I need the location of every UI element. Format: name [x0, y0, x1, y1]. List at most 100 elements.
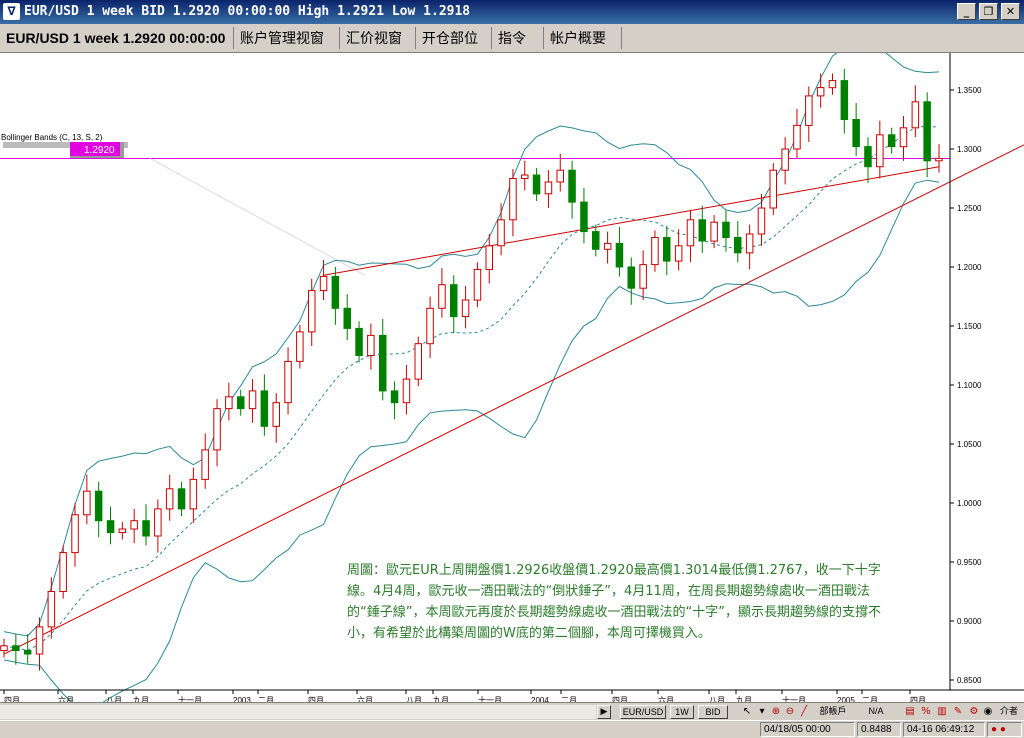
candle-body	[319, 275, 328, 292]
candle-body	[23, 650, 32, 655]
candle-body	[745, 233, 754, 254]
candle-body	[899, 127, 908, 148]
y-tick-label: 1.0500	[957, 440, 982, 449]
candle-body	[284, 360, 292, 404]
candle-body	[390, 390, 399, 404]
candle-body	[876, 134, 884, 168]
tab-rates[interactable]: 汇价视窗	[342, 27, 416, 49]
chart-scrollbar[interactable]	[0, 705, 596, 719]
y-tick-label: 1.1000	[957, 381, 982, 390]
window-title: EUR/USD 1 week BID 1.2920 00:00:00 High …	[24, 4, 471, 19]
candle-body	[260, 390, 269, 427]
period-selector[interactable]: 1W	[670, 705, 694, 719]
indicator-label: Bollinger Bands (C, 13, S, 2)	[1, 133, 103, 142]
candle-body	[12, 645, 20, 651]
candle-body	[355, 327, 363, 356]
candle-body	[769, 169, 777, 209]
cursor-tool-icon[interactable]: ↖	[740, 705, 754, 719]
candle-body	[627, 266, 635, 289]
y-tick-label: 1.3500	[957, 86, 982, 95]
candle-body	[521, 174, 529, 179]
indicator-icon[interactable]: ✎	[952, 705, 964, 719]
candle-body	[426, 307, 434, 345]
close-button[interactable]: ✕	[1001, 3, 1020, 20]
price-tag-value: 1.2920	[84, 145, 115, 156]
y-tick-label: 1.2000	[957, 263, 982, 272]
candle-body	[189, 478, 198, 510]
settings-icon[interactable]: ⚙	[968, 705, 980, 719]
chart-type-icon[interactable]: ▥	[936, 705, 948, 719]
candle-body	[757, 207, 766, 235]
y-tick-label: 1.0000	[957, 499, 982, 508]
y-tick-label: 0.8500	[957, 676, 982, 685]
candle-body	[556, 169, 564, 183]
app-icon: ∇	[3, 3, 20, 20]
dropdown-icon[interactable]: ▾	[756, 705, 768, 719]
zoom-icon[interactable]: ⊕	[770, 705, 782, 719]
candle-body	[450, 284, 458, 318]
line-tool-icon[interactable]: ╱	[798, 705, 810, 719]
candle-body	[923, 101, 931, 162]
na-label: N/A	[868, 706, 884, 716]
candle-body	[532, 174, 541, 195]
candle-body	[296, 331, 304, 362]
candle-body	[852, 119, 860, 148]
candle-body	[710, 221, 718, 242]
tab-open-positions[interactable]: 开仓部位	[418, 27, 492, 49]
candle-body	[201, 449, 209, 480]
candle-body	[840, 80, 849, 121]
tab-account-summary[interactable]: 帐户概要	[546, 27, 622, 49]
chart-grid	[0, 157, 950, 276]
candle-body	[722, 221, 730, 238]
candle-body	[94, 490, 103, 522]
candle-body	[816, 87, 825, 97]
candle-body	[154, 508, 162, 537]
y-tick-label: 0.9000	[957, 617, 982, 626]
status-datetime: 04/18/05 00:00	[760, 722, 855, 737]
candle-body	[698, 219, 706, 242]
candle-body	[106, 520, 115, 534]
candle-body	[308, 290, 316, 333]
minimize-button[interactable]: _	[957, 3, 976, 20]
tab-orders[interactable]: 指令	[494, 27, 544, 49]
candle-body	[864, 146, 872, 168]
candle-body	[0, 645, 8, 651]
tab-account-management[interactable]: 账户管理视窗	[236, 27, 340, 49]
candle-body	[237, 396, 245, 410]
analysis-annotation: 周圖：歐元EUR上周開盤價1.2926收盤價1.2920最高價1.3014最低價…	[347, 563, 881, 641]
candle-body	[35, 626, 44, 655]
y-tick-label: 1.3000	[957, 145, 982, 154]
drawing-guide-line	[149, 158, 366, 276]
chart-area[interactable]: 1.3500 1.3000 1.2500 1.2000 1.1500 1.1000 1.05…	[0, 45, 1024, 712]
candle-body	[414, 343, 422, 380]
candle-body	[544, 181, 553, 195]
account-label: 部帳戶	[819, 706, 847, 716]
symbol-selector[interactable]: EUR/USD	[620, 705, 666, 719]
status-clock: 04-16 06:49:12	[903, 722, 985, 737]
candle-body	[225, 396, 233, 410]
candle-body	[213, 408, 221, 451]
restore-button[interactable]: ❐	[979, 3, 998, 20]
candle-body	[497, 219, 505, 247]
candle-body	[828, 80, 837, 89]
candle-body	[911, 101, 920, 129]
scroll-right-button[interactable]: ▶	[597, 705, 611, 719]
y-tick-label: 0.9500	[957, 558, 982, 567]
candle-body	[331, 275, 340, 309]
candle-body	[130, 520, 138, 530]
candle-body	[473, 268, 482, 301]
candle-body	[177, 488, 186, 510]
print-icon[interactable]: ▤	[904, 705, 916, 719]
candle-body	[59, 552, 67, 593]
tab-eurusd-chart[interactable]: EUR/USD 1 week 1.2920 00:00:00	[2, 27, 234, 49]
percent-icon[interactable]: %	[920, 705, 932, 719]
zoom-out-icon[interactable]: ⊖	[784, 705, 796, 719]
globe-icon[interactable]: ◉	[982, 705, 994, 719]
candle-body	[935, 157, 943, 162]
y-tick-label: 1.1500	[957, 322, 982, 331]
candle-body	[379, 334, 387, 392]
candle-body	[686, 219, 695, 247]
candle-body	[887, 134, 896, 148]
candle-body	[402, 378, 411, 404]
side-selector[interactable]: BID	[698, 705, 728, 719]
